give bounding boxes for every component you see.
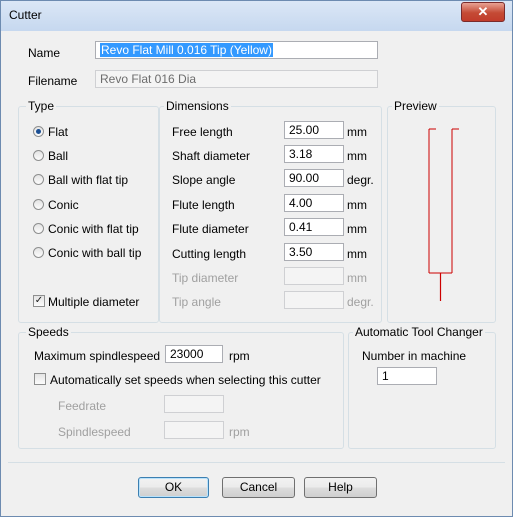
spindlespeed-input [164,421,224,439]
dimension-unit: degr. [347,173,374,187]
dimension-value: 0.41 [289,220,313,234]
window-title: Cutter [9,8,42,22]
spindlespeed-unit: rpm [229,425,250,439]
dimension-input [284,267,344,285]
dimension-label: Shaft diameter [172,149,251,163]
dimension-input[interactable]: 0.41 [284,218,344,236]
dimension-unit: mm [347,198,367,212]
number-in-machine-value: 1 [382,369,389,383]
multiple-diameter-label: Multiple diameter [48,295,140,309]
max-spindlespeed-value: 23000 [170,347,204,361]
dimension-input[interactable]: 90.00 [284,169,344,187]
number-in-machine-label: Number in machine [362,349,467,363]
dimension-value: 3.50 [289,245,313,259]
dimension-input [284,291,344,309]
dimension-label: Flute length [172,198,235,212]
dimension-unit: degr. [347,295,374,309]
name-label: Name [28,46,61,60]
feedrate-label: Feedrate [58,399,107,413]
cutter-dialog: Cutter ✕ Name Revo Flat Mill 0.016 Tip (… [0,0,513,517]
close-icon: ✕ [477,4,489,19]
title-bar[interactable]: Cutter ✕ [1,1,512,31]
cutter-preview [428,128,459,301]
speeds-group-title: Speeds [26,325,71,339]
dimension-label: Tip diameter [172,271,239,285]
filename-field: Revo Flat 016 Dia [95,70,378,88]
auto-speeds-label: Automatically set speeds when selecting … [50,373,321,387]
auto-speeds-checkbox[interactable] [34,373,46,385]
button-separator [8,462,505,463]
dimension-label: Free length [172,125,233,139]
radio-ball[interactable] [33,150,44,161]
max-spindlespeed-input[interactable]: 23000 [165,345,223,363]
name-input[interactable]: Revo Flat Mill 0.016 Tip (Yellow) [95,41,378,59]
dimension-unit: mm [347,247,367,261]
dimension-label: Flute diameter [172,222,249,236]
radio-conic[interactable] [33,199,44,210]
max-spindlespeed-unit: rpm [229,349,250,363]
name-input-value: Revo Flat Mill 0.016 Tip (Yellow) [100,43,273,57]
type-option-label: Ball with flat tip [48,173,129,187]
checkmark-icon: ✓ [34,295,44,306]
dimension-input[interactable]: 25.00 [284,121,344,139]
type-option-label: Conic [48,198,79,212]
type-option-label: Ball [48,149,69,163]
dimension-label: Tip angle [172,295,221,309]
feedrate-input [164,395,224,413]
type-group-title: Type [26,99,57,113]
help-button[interactable]: Help [304,477,377,498]
dimension-input[interactable]: 3.18 [284,145,344,163]
radio-ball-flat-tip[interactable] [33,174,44,185]
dimension-unit: mm [347,271,367,285]
dimension-input[interactable]: 3.50 [284,243,344,261]
multiple-diameter-checkbox[interactable]: ✓ [33,295,45,307]
dimension-input[interactable]: 4.00 [284,194,344,212]
filename-value: Revo Flat 016 Dia [100,72,197,86]
cutter-profile-icon [428,128,459,301]
type-option-label: Conic with flat tip [48,222,139,236]
ok-button[interactable]: OK [138,477,209,498]
radio-conic-flat-tip[interactable] [33,223,44,234]
dimension-unit: mm [347,149,367,163]
dimension-value: 3.18 [289,147,313,161]
dimension-value: 25.00 [289,123,320,137]
radio-flat[interactable] [33,126,44,137]
atc-group-title: Automatic Tool Changer [353,325,485,339]
dimension-unit: mm [347,222,367,236]
dimension-value: 90.00 [289,171,320,185]
dimension-label: Cutting length [172,247,247,261]
dimension-value: 4.00 [289,196,313,210]
type-group [18,106,159,323]
dialog-body: Name Revo Flat Mill 0.016 Tip (Yellow) F… [8,31,505,509]
spindlespeed-label: Spindlespeed [58,425,131,439]
dimensions-group-title: Dimensions [164,99,231,113]
radio-conic-ball-tip[interactable] [33,247,44,258]
close-button[interactable]: ✕ [461,2,505,22]
type-option-label: Conic with ball tip [48,246,142,260]
cancel-button[interactable]: Cancel [222,477,295,498]
type-option-label: Flat [48,125,69,139]
number-in-machine-input[interactable]: 1 [377,367,437,385]
filename-label: Filename [28,74,78,88]
max-spindlespeed-label: Maximum spindlespeed [34,349,161,363]
dimension-unit: mm [347,125,367,139]
dimension-label: Slope angle [172,173,236,187]
